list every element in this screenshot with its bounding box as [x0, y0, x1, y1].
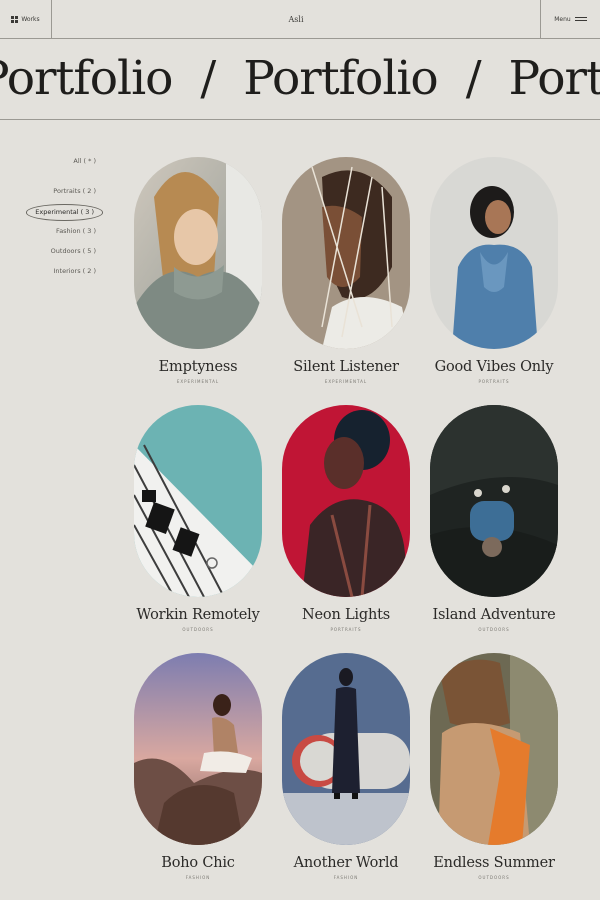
summer-photo-icon [430, 653, 558, 845]
portrait-photo-icon [282, 157, 410, 349]
filter-interiors[interactable]: Interiors ( 2 ) [53, 268, 96, 275]
marquee-word: Portfolio [508, 51, 600, 106]
project-card-emptyness[interactable]: Emptyness Experimental [134, 157, 262, 384]
filter-outdoors[interactable]: Outdoors ( 5 ) [51, 248, 96, 255]
marquee-separator: / [200, 51, 216, 106]
project-category: Outdoors [478, 627, 510, 632]
project-image[interactable] [134, 157, 262, 349]
marquee-word: Portfolio [0, 51, 173, 106]
project-category: Fashion [333, 875, 359, 880]
project-card-workin-remotely[interactable]: Workin Remotely Outdoors [134, 405, 262, 632]
project-image[interactable] [282, 653, 410, 845]
filter-all[interactable]: All ( * ) [73, 158, 96, 165]
project-card-endless-summer[interactable]: Endless Summer Outdoors [430, 653, 558, 880]
project-card-boho-chic[interactable]: Boho Chic Fashion [134, 653, 262, 880]
project-title[interactable]: Island Adventure [430, 607, 558, 623]
project-title[interactable]: Boho Chic [134, 855, 262, 871]
portrait-photo-icon [430, 157, 558, 349]
portfolio-marquee: Portfolio / Portfolio / Portfolio [0, 39, 600, 120]
hamburger-icon [574, 17, 587, 21]
project-title[interactable]: Endless Summer [430, 855, 558, 871]
project-title[interactable]: Emptyness [134, 359, 262, 375]
portrait-photo-icon [134, 157, 262, 349]
project-category: Portraits [330, 627, 362, 632]
top-bar: Works Asli Menu [0, 0, 600, 39]
project-image[interactable] [282, 157, 410, 349]
brand-logo[interactable]: Asli [52, 0, 540, 38]
works-label: Works [21, 15, 40, 23]
project-category: Experimental [176, 379, 220, 384]
menu-label: Menu [554, 15, 571, 23]
project-category: Outdoors [478, 875, 510, 880]
landscape-photo-icon [430, 405, 558, 597]
project-image[interactable] [282, 405, 410, 597]
portrait-photo-icon [282, 405, 410, 597]
fashion-photo-icon [282, 653, 410, 845]
works-button[interactable]: Works [0, 0, 52, 38]
project-card-another-world[interactable]: Another World Fashion [282, 653, 410, 880]
project-card-island-adventure[interactable]: Island Adventure Outdoors [430, 405, 558, 632]
grid-icon [11, 15, 19, 23]
project-image[interactable] [134, 653, 262, 845]
desk-photo-icon [134, 405, 262, 597]
marquee-text: Portfolio / Portfolio / Portfolio [0, 51, 600, 106]
project-category: Outdoors [182, 627, 214, 632]
filter-experimental[interactable]: Experimental ( 3 ) [26, 204, 103, 221]
project-title[interactable]: Workin Remotely [134, 607, 262, 623]
project-title[interactable]: Neon Lights [282, 607, 410, 623]
project-title[interactable]: Silent Listener [282, 359, 410, 375]
project-category: Experimental [324, 379, 368, 384]
project-card-silent-listener[interactable]: Silent Listener Experimental [282, 157, 410, 384]
project-card-good-vibes-only[interactable]: Good Vibes Only Portraits [430, 157, 558, 384]
filter-fashion[interactable]: Fashion ( 3 ) [56, 228, 96, 235]
menu-button[interactable]: Menu [540, 0, 600, 38]
project-image[interactable] [430, 405, 558, 597]
fashion-photo-icon [134, 653, 262, 845]
project-image[interactable] [134, 405, 262, 597]
project-image[interactable] [430, 157, 558, 349]
project-category: Portraits [478, 379, 510, 384]
marquee-separator: / [465, 51, 482, 106]
project-title[interactable]: Good Vibes Only [430, 359, 558, 375]
project-card-neon-lights[interactable]: Neon Lights Portraits [282, 405, 410, 632]
marquee-word: Portfolio [243, 51, 438, 106]
project-image[interactable] [430, 653, 558, 845]
project-title[interactable]: Another World [282, 855, 410, 871]
filter-portraits[interactable]: Portraits ( 2 ) [53, 188, 96, 195]
project-category: Fashion [185, 875, 211, 880]
